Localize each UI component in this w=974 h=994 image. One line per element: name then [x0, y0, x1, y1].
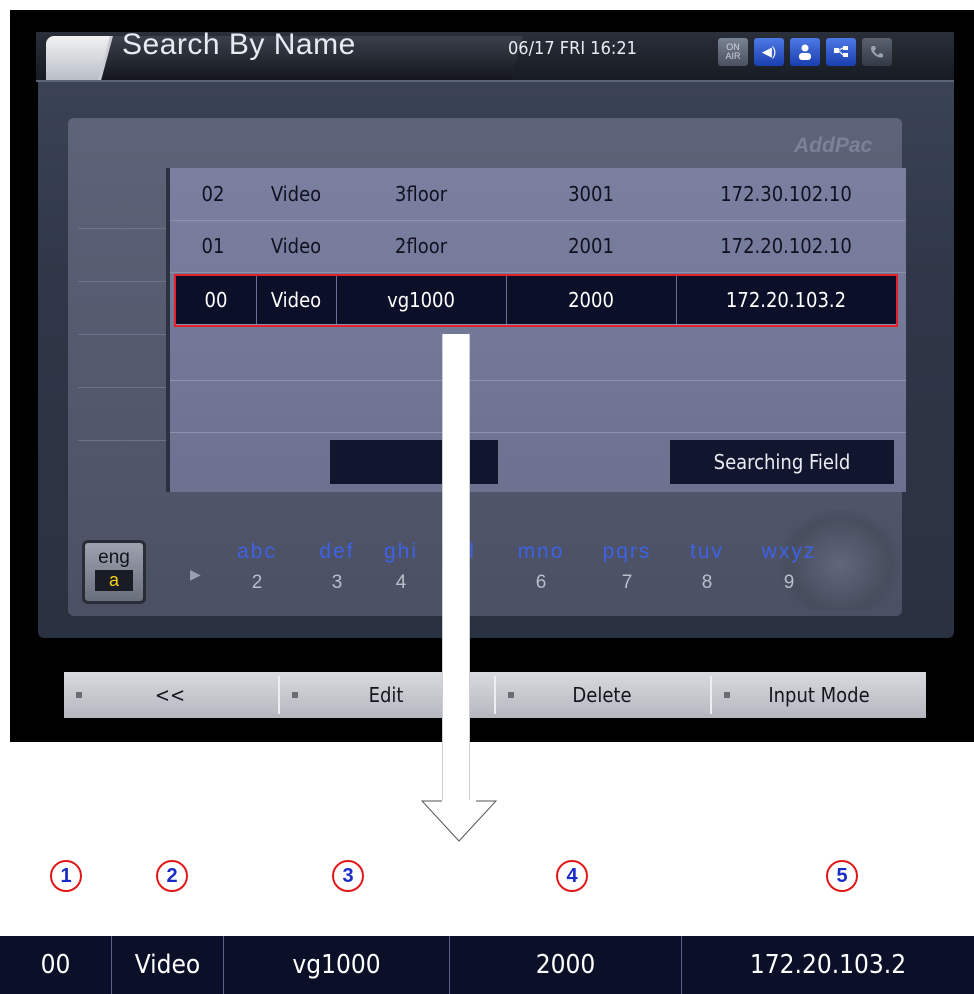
- empty-row: [170, 328, 906, 381]
- key-4: ghi 4: [383, 540, 419, 593]
- entry-type: Video: [270, 234, 322, 258]
- arrow-shaft: [442, 334, 470, 804]
- lang-top-label: eng: [98, 547, 130, 568]
- key-3: def 3: [319, 540, 355, 593]
- network-icon: [826, 38, 856, 66]
- key-6: mno 6: [517, 540, 565, 593]
- entry-name: 2floor: [394, 234, 448, 258]
- searching-field-button[interactable]: Searching Field: [670, 440, 894, 484]
- entry-ip: 172.20.102.10: [720, 234, 852, 258]
- entry-ip: 172.20.103.2: [725, 288, 847, 312]
- chevron-right-icon: ▶: [190, 566, 201, 582]
- zoom-number: 2000: [450, 936, 682, 994]
- entry-index: 01: [201, 234, 225, 258]
- input-language-button[interactable]: eng a: [82, 540, 146, 604]
- on-air-icon: ON AIR: [718, 38, 748, 66]
- callout-2: 2: [156, 860, 188, 892]
- brand-logo: AddPac: [794, 134, 873, 157]
- callout-1: 1: [50, 860, 82, 892]
- lang-bottom-label: a: [95, 570, 133, 591]
- softkey-bar: << Edit Delete Input Mode: [64, 672, 926, 718]
- entry-number: 3001: [568, 182, 614, 206]
- panel-left-stripe: [78, 176, 166, 496]
- entry-ip: 172.30.102.10: [720, 182, 852, 206]
- search-input[interactable]: [330, 440, 498, 484]
- callout-3: 3: [332, 860, 364, 892]
- page-title: Search By Name: [122, 28, 356, 61]
- entry-number: 2001: [568, 234, 614, 258]
- entry-index: 02: [201, 182, 225, 206]
- delete-softkey[interactable]: Delete: [496, 672, 708, 718]
- key-9: wxyz 9: [761, 540, 817, 593]
- key-7: pqrs 7: [602, 540, 652, 593]
- entry-type: Video: [270, 182, 322, 206]
- back-softkey[interactable]: <<: [64, 672, 276, 718]
- zoom-name: vg1000: [224, 936, 450, 994]
- list-item[interactable]: 01 Video 2floor 2001 172.20.102.10: [170, 220, 906, 273]
- speaker-icon: ◀): [754, 38, 784, 66]
- person-icon: [790, 38, 820, 66]
- callout-4: 4: [556, 860, 588, 892]
- entry-name: 3floor: [394, 182, 448, 206]
- enlarged-selected-row: 00 Video vg1000 2000 172.20.103.2: [0, 936, 974, 994]
- key-8: tuv 8: [689, 540, 724, 593]
- datetime: 06/17 FRI 16:21: [508, 38, 637, 59]
- list-item[interactable]: 02 Video 3floor 3001 172.30.102.10: [170, 168, 906, 221]
- entry-name: vg1000: [336, 276, 507, 324]
- callout-5: 5: [826, 860, 858, 892]
- key-2: abc 2: [237, 540, 277, 593]
- list-item-selected[interactable]: 00 Video vg1000 2000 172.20.103.2: [174, 274, 898, 327]
- zoom-type: Video: [112, 936, 224, 994]
- zoom-ip: 172.20.103.2: [749, 950, 907, 980]
- arrow-down-icon: [421, 800, 497, 842]
- phone-icon: [862, 38, 892, 66]
- status-icons: ON AIR ◀): [718, 38, 892, 66]
- zoom-index: 00: [0, 936, 112, 994]
- entry-number: 2000: [506, 276, 677, 324]
- entry-type: Video: [256, 276, 337, 324]
- input-mode-softkey[interactable]: Input Mode: [712, 672, 926, 718]
- empty-row: [170, 380, 906, 433]
- entry-index: 00: [176, 276, 257, 324]
